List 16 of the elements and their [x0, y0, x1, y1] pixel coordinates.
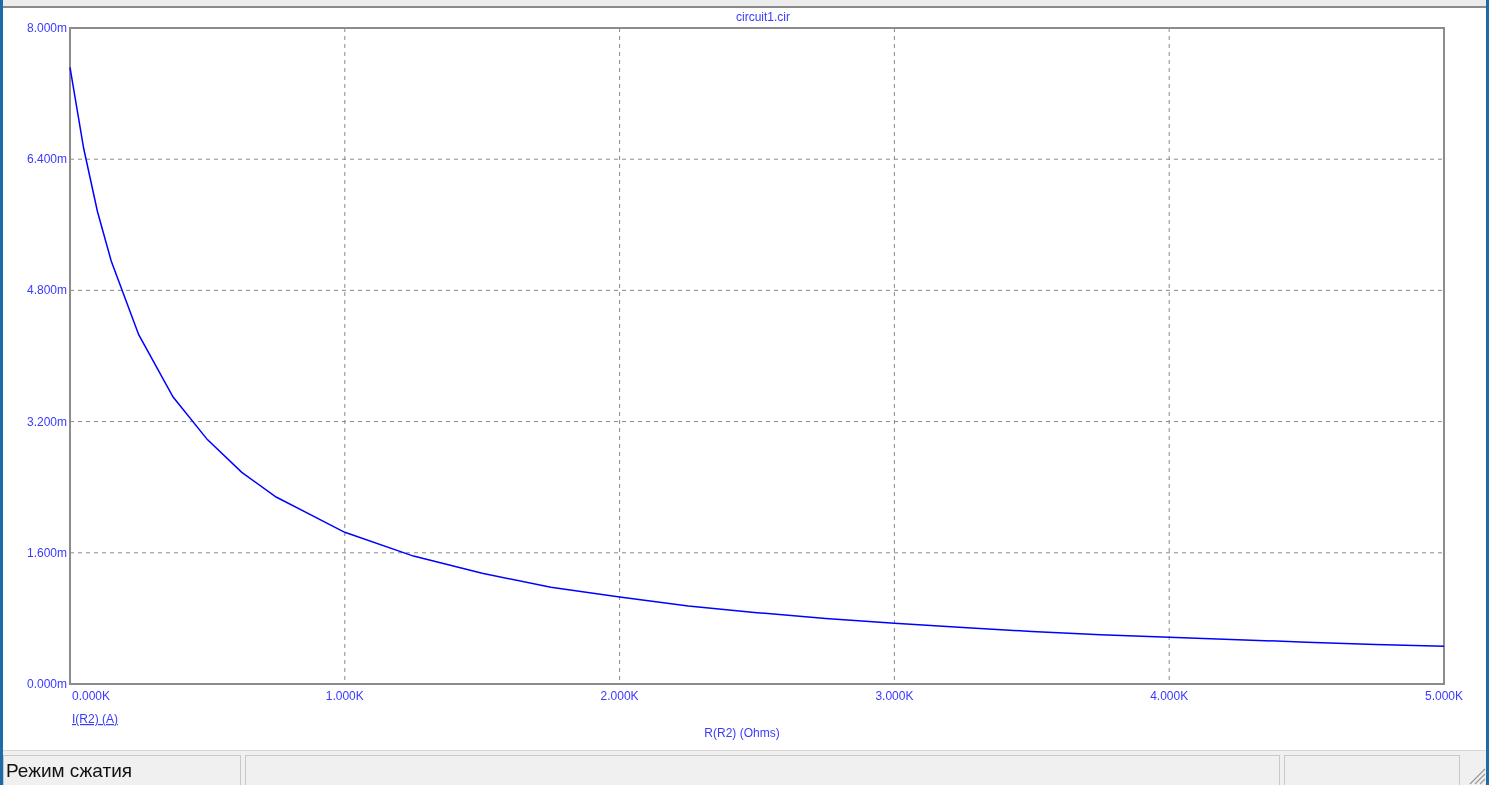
x-tick-label: 3.000K	[875, 689, 914, 703]
y-tick-label: 8.000m	[26, 21, 67, 35]
x-tick-label: 5.000K	[1425, 689, 1463, 703]
y-tick-label: 1.600m	[26, 545, 67, 560]
x-tick-label: 0.000K	[72, 689, 111, 703]
x-axis-label: R(R2) (Ohms)	[704, 726, 780, 740]
x-tick-label: 1.000K	[325, 689, 364, 703]
legend-label[interactable]: I(R2) (A)	[72, 712, 118, 726]
y-tick-label: 4.800m	[26, 283, 67, 298]
y-tick-label: 3.200m	[26, 414, 67, 429]
y-tick-label: 6.400m	[26, 152, 67, 167]
y-tick-label: 0.000m	[26, 677, 67, 691]
chart-title: circuit1.cir	[736, 10, 790, 24]
x-tick-label: 4.000K	[1150, 689, 1189, 703]
status-pane: Режим сжатия	[3, 755, 241, 785]
x-tick-label: 2.000K	[600, 689, 639, 703]
